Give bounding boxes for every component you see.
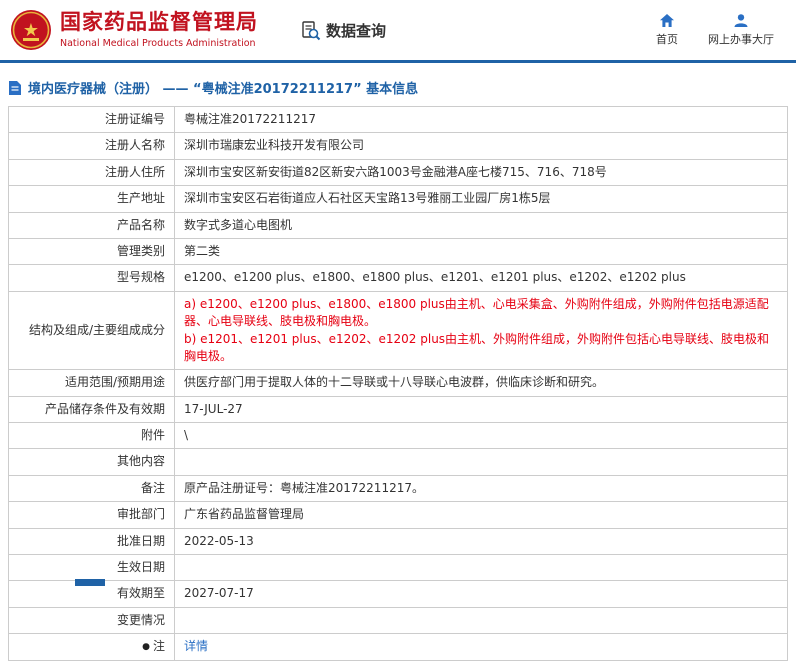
table-row: ● 注详情 [8, 633, 788, 661]
row-label: 备注 [8, 474, 175, 503]
table-row: 产品名称 数字式多道心电图机 [8, 211, 788, 239]
table-row: 型号规格 e1200、e1200 plus、e1800、e1800 plus、e1… [8, 264, 788, 292]
row-label: 管理类别 [8, 237, 175, 266]
footer-peek [75, 579, 105, 586]
table-row: 有效期至 2027-07-17 [8, 580, 788, 608]
agency-title: 国家药品监督管理局 [60, 10, 258, 35]
table-row: 附件 \ [8, 422, 788, 450]
row-label: 注册人名称 [8, 132, 175, 160]
row-value [174, 448, 788, 476]
row-label: 生效日期 [8, 554, 175, 582]
table-row: 结构及组成/主要组成成分 a) e1200、e1200 plus、e1800、e1… [8, 290, 788, 371]
row-label: 审批部门 [8, 501, 175, 529]
row-label: ● 注 [8, 633, 175, 661]
table-row: 其他内容 [8, 448, 788, 476]
row-value: 深圳市宝安区新安街道82区新安六路1003号金融港A座七楼715、716、718… [174, 158, 788, 187]
table-row: 生效日期 [8, 554, 788, 582]
table-row: 批准日期 2022-05-13 [8, 527, 788, 556]
row-label: 结构及组成/主要组成成分 [8, 290, 175, 371]
nav-home-label: 首页 [656, 33, 678, 46]
breadcrumb: 境内医疗器械（注册） —— “粤械注准20172211217” 基本信息 [8, 78, 796, 97]
row-value: 第二类 [174, 237, 788, 266]
agency-title-block: 国家药品监督管理局 National Medical Products Admi… [60, 10, 258, 49]
row-value: e1200、e1200 plus、e1800、e1800 plus、e1201、… [174, 264, 788, 292]
agency-logo-block: ★ 国家药品监督管理局 National Medical Products Ad… [10, 9, 258, 51]
detail-link[interactable]: 详情 [184, 639, 208, 653]
table-row: 生产地址 深圳市宝安区石岩街道应人石社区天宝路13号雅丽工业园厂房1栋5层 [8, 185, 788, 213]
row-label: 型号规格 [8, 264, 175, 292]
page-title: 境内医疗器械（注册） —— “粤械注准20172211217” 基本信息 [28, 82, 419, 97]
nav-online-hall-label: 网上办事大厅 [708, 33, 774, 46]
registration-info-table: 注册证编号 粤械注准20172211217 注册人名称 深圳市瑞康宏业科技开发有限公司… [8, 105, 788, 661]
row-label: 注册证编号 [8, 105, 175, 134]
row-label: 变更情况 [8, 606, 175, 635]
data-query-section[interactable]: 数据查询 [300, 20, 386, 41]
info-table-body: 注册证编号 粤械注准20172211217 注册人名称 深圳市瑞康宏业科技开发有限公司… [8, 105, 788, 661]
table-row: 注册证编号 粤械注准20172211217 [8, 105, 788, 134]
data-query-label: 数据查询 [326, 21, 387, 40]
top-nav: 首页 网上办事大厅 [656, 13, 774, 47]
table-row: 管理类别 第二类 [8, 237, 788, 266]
row-value: 2027-07-17 [174, 580, 788, 608]
agency-subtitle: National Medical Products Administration [60, 37, 256, 49]
user-icon [734, 14, 748, 27]
table-row: 产品储存条件及有效期 17-JUL-27 [8, 395, 788, 424]
row-value: \ [174, 422, 788, 450]
row-label: 适用范围/预期用途 [8, 369, 175, 397]
row-label: 批准日期 [8, 527, 175, 556]
row-value: 粤械注准20172211217 [174, 105, 788, 134]
table-row: 适用范围/预期用途 供医疗部门用于提取人体的十二导联或十八导联心电波群，供临床诊断… [8, 369, 788, 397]
national-emblem-logo: ★ [11, 10, 51, 50]
row-value: 2022-05-13 [174, 527, 788, 556]
row-label: 产品储存条件及有效期 [8, 395, 175, 424]
svg-text:★: ★ [23, 20, 39, 41]
row-label: 其他内容 [8, 448, 175, 476]
table-row: 变更情况 [8, 606, 788, 635]
row-value: 深圳市宝安区石岩街道应人石社区天宝路13号雅丽工业园厂房1栋5层 [174, 185, 788, 213]
row-value: 供医疗部门用于提取人体的十二导联或十八导联心电波群，供临床诊断和研究。 [174, 369, 788, 397]
row-value [174, 554, 788, 582]
row-label: 注册人住所 [8, 158, 175, 187]
row-value: 广东省药品监督管理局 [174, 501, 788, 529]
row-value[interactable]: 详情 [174, 633, 788, 661]
site-header: ★ 国家药品监督管理局 National Medical Products Ad… [0, 0, 796, 63]
nav-online-hall[interactable]: 网上办事大厅 [708, 13, 774, 47]
row-value: a) e1200、e1200 plus、e1800、e1800 plus由主机、… [174, 290, 788, 371]
row-label: 产品名称 [8, 211, 175, 239]
home-icon [660, 14, 674, 27]
document-icon [9, 80, 21, 95]
row-label: 附件 [8, 422, 175, 450]
table-row: 备注 原产品注册证号：粤械注准20172211217。 [8, 474, 788, 503]
nav-home[interactable]: 首页 [656, 13, 678, 47]
row-value: 原产品注册证号：粤械注准20172211217。 [174, 474, 788, 503]
row-value: 深圳市瑞康宏业科技开发有限公司 [174, 132, 788, 160]
row-value [174, 606, 788, 635]
row-value: 数字式多道心电图机 [174, 211, 788, 239]
note-icon: ● [142, 642, 150, 653]
row-value: 17-JUL-27 [174, 395, 788, 424]
data-query-icon [302, 20, 321, 40]
table-row: 注册人名称 深圳市瑞康宏业科技开发有限公司 [8, 132, 788, 160]
row-label: 生产地址 [8, 185, 175, 213]
table-row: 审批部门 广东省药品监督管理局 [8, 501, 788, 529]
table-row: 注册人住所 深圳市宝安区新安街道82区新安六路1003号金融港A座七楼715、71… [8, 158, 788, 187]
